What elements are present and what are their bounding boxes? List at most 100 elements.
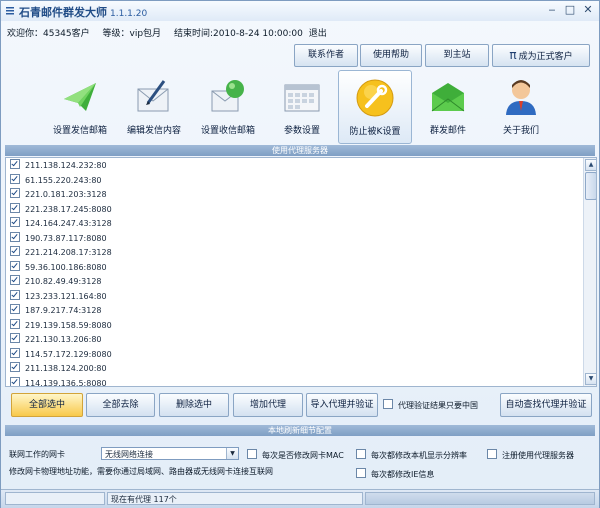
proxy-checkbox[interactable] (10, 260, 20, 271)
clear-all-button[interactable]: 全部去除 (86, 393, 155, 417)
window-title: 石青邮件群发大师 1.1.1.20 (19, 6, 148, 19)
tool-send-mailbox[interactable]: 设置发信邮箱 (45, 71, 115, 141)
upgrade-button[interactable]: π 成为正式客户 (492, 44, 590, 67)
proxy-list-scrollbar[interactable]: ▲ ▼ (583, 158, 596, 386)
tool-label: 关于我们 (502, 126, 539, 136)
status-seg-progress (365, 492, 595, 505)
proxy-address: 59.36.100.186:8080 (25, 262, 107, 272)
proxy-row[interactable]: 211.138.124.200:80 (10, 362, 107, 376)
wrench-icon (356, 79, 394, 117)
app-menu-icon[interactable] (5, 5, 15, 17)
receive-mailbox-icon (211, 80, 244, 112)
main-window: 石青邮件群发大师 1.1.1.20 ‒ □ ✕ 欢迎你：45345客户 等级：vi… (0, 0, 600, 508)
nic-select[interactable]: 无线网络连接 ▼ (101, 447, 239, 460)
proxy-address: 114.139.136.5:8080 (25, 378, 107, 387)
proxy-row[interactable]: 210.82.49.49:3128 (10, 275, 102, 289)
change-ie-label: 每次都修改IE信息 (371, 470, 435, 479)
proxy-address: 219.139.158.59:8080 (25, 320, 112, 330)
local-section-header: 本地刷新细节配置 (5, 425, 595, 436)
tool-label: 设置收信邮箱 (200, 126, 255, 136)
end-time-text: 结束时间:2010-8-24 10:00:00 (173, 29, 303, 39)
proxy-checkbox[interactable] (10, 376, 20, 386)
green-envelope-icon (431, 83, 465, 112)
proxy-row[interactable]: 221.0.181.203:3128 (10, 188, 107, 202)
proxy-row[interactable]: 124.164.247.43:3128 (10, 217, 112, 231)
proxy-checkbox[interactable] (10, 347, 20, 358)
logout-link[interactable]: 退出 (309, 29, 327, 39)
import-proxy-button[interactable]: 导入代理并验证 (306, 393, 378, 417)
window-version: 1.1.1.20 (110, 9, 148, 19)
proxy-row[interactable]: 219.139.158.59:8080 (10, 318, 112, 333)
proxy-checkbox[interactable] (10, 188, 20, 198)
proxy-row[interactable]: 190.73.87.117:8080 (10, 231, 107, 246)
proxy-list[interactable]: 211.138.124.232:80 61.155.220.243:80 221.0… (5, 157, 597, 387)
nic-label: 联网工作的网卡 (9, 450, 65, 459)
proxy-row[interactable]: 114.57.172.129:8080 (10, 347, 112, 362)
proxy-checkbox[interactable] (10, 246, 20, 256)
proxy-address: 61.155.220.243:80 (25, 175, 102, 185)
help-button[interactable]: 使用帮助 (360, 44, 422, 67)
register-proxy-option[interactable]: 注册使用代理服务器 (487, 449, 574, 461)
pi-icon: π (509, 48, 517, 62)
proxy-row[interactable]: 114.139.136.5:8080 (10, 376, 107, 387)
close-button[interactable]: ✕ (580, 4, 596, 18)
mac-note: 修改网卡物理地址功能，需要你通过局域网、路由器或无线网卡连接互联网 (9, 467, 273, 476)
proxy-row[interactable]: 211.138.124.232:80 (10, 159, 107, 173)
tool-parameter-settings[interactable]: 参数设置 (267, 71, 337, 141)
chevron-down-icon[interactable]: ▼ (226, 448, 238, 459)
tool-about-us[interactable]: 关于我们 (486, 71, 556, 141)
title-bar[interactable]: 石青邮件群发大师 1.1.1.20 ‒ □ ✕ (1, 1, 599, 21)
tool-label: 群发邮件 (429, 126, 466, 136)
proxy-row[interactable]: 221.214.208.17:3128 (10, 246, 112, 260)
proxy-checkbox[interactable] (10, 217, 20, 227)
tool-edit-letter[interactable]: 编辑发信内容 (119, 71, 189, 141)
proxy-row[interactable]: 221.130.13.206:80 (10, 333, 102, 347)
delete-selected-button[interactable]: 删除选中 (159, 393, 229, 417)
proxy-checkbox[interactable] (10, 173, 20, 184)
account-info: 欢迎你：45345客户 等级：vip包月 结束时间:2010-8-24 10:0… (7, 26, 337, 39)
tool-receive-mailbox[interactable]: 设置收信邮箱 (193, 71, 263, 141)
proxy-checkbox[interactable] (10, 289, 20, 300)
scroll-thumb[interactable] (585, 172, 596, 200)
auto-find-proxy-button[interactable]: 自动查找代理并验证 (500, 393, 592, 417)
proxy-checkbox[interactable] (10, 333, 20, 343)
minimize-button[interactable]: ‒ (544, 4, 560, 18)
tool-mass-mail[interactable]: 群发邮件 (413, 71, 483, 141)
proxy-checkbox[interactable] (10, 304, 20, 314)
proxy-checkbox[interactable] (10, 362, 20, 372)
tool-anti-block-settings[interactable]: 防止被K设置 (338, 70, 412, 144)
proxy-checkbox[interactable] (10, 159, 20, 169)
proxy-row[interactable]: 221.238.17.245:8080 (10, 202, 112, 217)
proxy-checkbox[interactable] (10, 275, 20, 285)
change-resolution-option[interactable]: 每次都修改本机显示分辨率 (356, 449, 467, 461)
china-only-checkbox[interactable] (383, 399, 393, 409)
home-site-button[interactable]: 到主站 (425, 44, 489, 67)
proxy-checkbox[interactable] (10, 318, 20, 329)
scroll-down-icon[interactable]: ▼ (585, 373, 596, 385)
proxy-row[interactable]: 123.233.121.164:80 (10, 289, 107, 304)
nic-select-value: 无线网络连接 (105, 450, 153, 459)
proxy-row[interactable]: 187.9.217.74:3128 (10, 304, 102, 318)
proxy-row[interactable]: 59.36.100.186:8080 (10, 260, 107, 275)
change-mac-checkbox[interactable] (247, 449, 257, 459)
level-text: 等级：vip包月 (102, 29, 162, 39)
status-bar: 现在有代理 117个 (1, 489, 599, 508)
china-only-option[interactable]: 代理验证结果只要中国 (383, 399, 478, 411)
proxy-address: 221.238.17.245:8080 (25, 204, 112, 214)
change-ie-checkbox[interactable] (356, 468, 366, 478)
add-proxy-button[interactable]: 增加代理 (233, 393, 303, 417)
tool-label: 防止被K设置 (349, 127, 401, 137)
change-mac-option[interactable]: 每次是否修改网卡MAC (247, 449, 344, 461)
select-all-button[interactable]: 全部选中 (11, 393, 83, 417)
register-proxy-checkbox[interactable] (487, 449, 497, 459)
contact-author-button[interactable]: 联系作者 (294, 44, 358, 67)
proxy-row[interactable]: 61.155.220.243:80 (10, 173, 102, 188)
proxy-address: 123.233.121.164:80 (25, 291, 107, 301)
send-mailbox-icon (64, 83, 96, 111)
change-resolution-checkbox[interactable] (356, 449, 366, 459)
scroll-up-icon[interactable]: ▲ (585, 159, 596, 171)
proxy-checkbox[interactable] (10, 202, 20, 213)
change-ie-option[interactable]: 每次都修改IE信息 (356, 468, 434, 480)
maximize-button[interactable]: □ (562, 4, 578, 18)
proxy-checkbox[interactable] (10, 231, 20, 242)
